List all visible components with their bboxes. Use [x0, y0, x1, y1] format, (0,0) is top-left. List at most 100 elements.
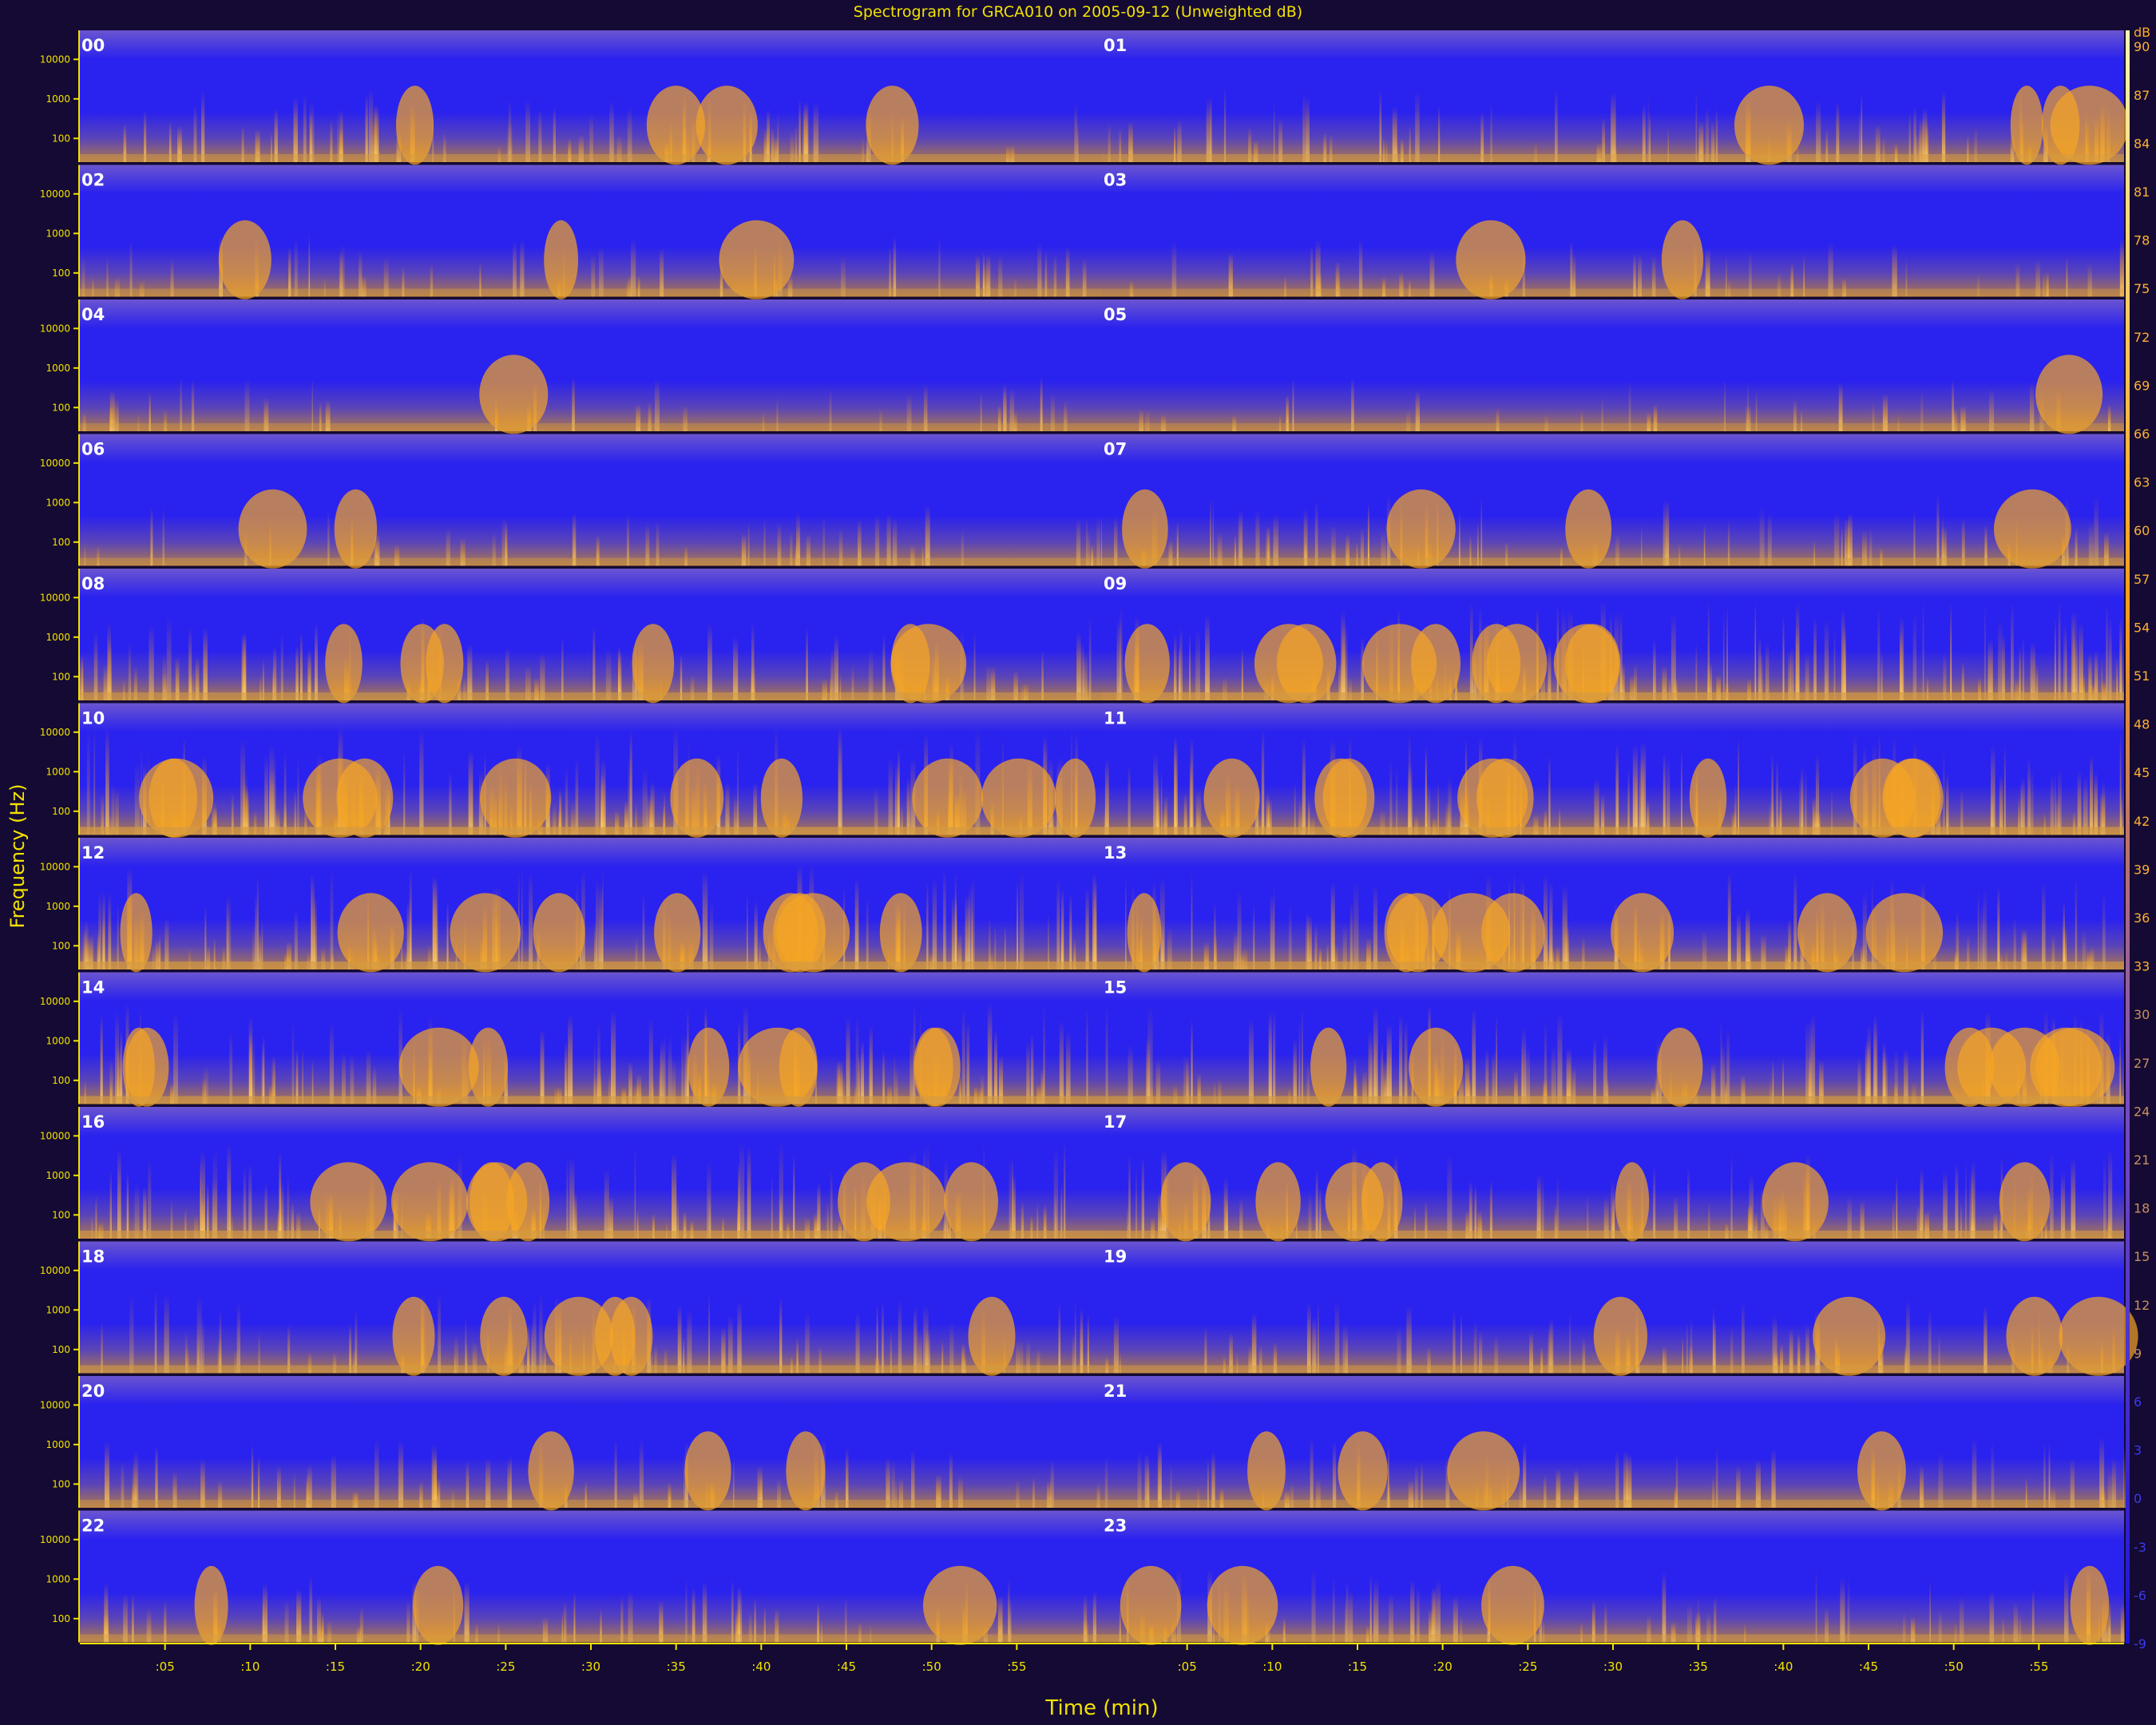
energy-streak: [1480, 496, 1483, 566]
call-blob: [944, 1162, 999, 1242]
energy-streak: [1941, 90, 1946, 162]
energy-streak: [1795, 626, 1800, 700]
energy-streak: [1642, 104, 1646, 162]
energy-streak: [1048, 912, 1049, 970]
energy-streak: [1615, 1449, 1619, 1508]
energy-streak: [1141, 1156, 1144, 1239]
y-tick-label: 10000: [40, 861, 70, 872]
energy-streak: [525, 99, 530, 162]
energy-streak: [403, 751, 406, 835]
energy-streak: [303, 93, 307, 162]
energy-streak: [539, 1293, 543, 1374]
energy-streak: [117, 902, 119, 970]
energy-streak: [707, 623, 712, 700]
hour-label-19: 19: [1104, 1247, 1127, 1267]
energy-streak: [1191, 1018, 1193, 1104]
energy-streak: [280, 633, 283, 700]
energy-streak: [1060, 1181, 1063, 1239]
energy-streak: [1991, 1441, 1995, 1508]
colorbar-tick: 12: [2134, 1298, 2150, 1313]
call-blob: [398, 1027, 479, 1107]
energy-streak: [315, 622, 318, 700]
energy-streak: [148, 1159, 152, 1239]
energy-streak: [630, 238, 636, 297]
energy-streak: [1695, 642, 1698, 700]
call-blob: [1255, 1162, 1301, 1242]
energy-streak: [1950, 602, 1952, 700]
y-tick-label: 100: [52, 1209, 70, 1220]
energy-streak: [1303, 508, 1308, 566]
energy-streak: [1686, 1319, 1688, 1374]
energy-streak: [973, 631, 976, 700]
hour-label-09: 09: [1104, 574, 1127, 593]
panel-background: [80, 434, 1102, 566]
call-blob: [2006, 1296, 2063, 1376]
energy-streak: [1603, 1035, 1607, 1104]
energy-streak: [1119, 605, 1123, 700]
floor-band: [80, 692, 1102, 700]
energy-streak: [1840, 1577, 1845, 1643]
colorbar-tick: 72: [2134, 330, 2150, 345]
energy-streak: [1956, 910, 1960, 970]
energy-streak: [1805, 768, 1807, 835]
energy-streak: [196, 1294, 202, 1374]
colorbar-tick: 75: [2134, 281, 2150, 296]
y-tick-label: 1000: [46, 632, 70, 643]
energy-streak: [310, 873, 312, 970]
energy-streak: [294, 908, 298, 970]
energy-streak: [365, 93, 368, 162]
energy-streak: [1998, 618, 2003, 700]
energy-streak: [595, 732, 600, 835]
spectrogram-panel-11: 11: [1102, 703, 2124, 838]
hour-label-01: 01: [1104, 36, 1127, 55]
energy-streak: [538, 108, 542, 162]
energy-streak: [747, 1145, 751, 1239]
energy-streak: [882, 634, 886, 700]
hour-label-03: 03: [1104, 171, 1127, 190]
energy-streak: [155, 1445, 158, 1508]
energy-streak: [1666, 757, 1671, 835]
energy-streak: [409, 869, 412, 970]
spectrogram-panel-22: 22 10000 1000 100: [40, 1510, 1102, 1645]
spectrogram-panel-16: 16 10000 1000 100: [40, 1107, 1102, 1242]
energy-streak: [1496, 1014, 1497, 1104]
energy-streak: [1754, 602, 1757, 700]
energy-streak: [1379, 89, 1382, 162]
energy-streak: [1671, 613, 1676, 700]
y-tick-label: 10000: [40, 323, 70, 334]
call-blob: [1456, 220, 1526, 299]
colorbar-tick: 90: [2134, 39, 2150, 54]
energy-streak: [566, 1157, 569, 1239]
call-blob: [2041, 85, 2080, 165]
energy-streak: [1248, 1018, 1254, 1104]
y-tick-label: 1000: [46, 1035, 70, 1046]
energy-streak: [925, 505, 930, 566]
floor-band: [80, 1096, 1102, 1104]
energy-streak: [98, 891, 102, 970]
y-tick-label: 1000: [46, 93, 70, 105]
energy-streak: [1189, 632, 1191, 700]
energy-streak: [1984, 602, 1986, 700]
energy-streak: [1736, 913, 1741, 970]
energy-streak: [468, 750, 474, 835]
energy-streak: [162, 507, 164, 566]
energy-streak: [296, 1588, 302, 1643]
energy-streak: [521, 866, 523, 970]
energy-streak: [1816, 100, 1821, 162]
energy-streak: [1351, 378, 1354, 431]
energy-streak: [855, 1312, 860, 1374]
hour-label-12: 12: [81, 843, 105, 862]
energy-streak: [120, 1029, 123, 1104]
energy-streak: [2119, 617, 2122, 700]
call-blob: [2030, 1027, 2102, 1107]
colorbar-tick: 42: [2134, 814, 2150, 829]
energy-streak: [938, 236, 941, 297]
energy-streak: [1410, 1579, 1415, 1643]
energy-streak: [279, 1180, 284, 1239]
call-blob: [1207, 1565, 1278, 1645]
spectrogram-panel-08: 08 10000 1000 100: [40, 569, 1102, 704]
energy-streak: [1983, 889, 1988, 970]
call-blob: [480, 1296, 528, 1376]
energy-streak: [1928, 1308, 1932, 1374]
energy-streak: [923, 1304, 929, 1374]
